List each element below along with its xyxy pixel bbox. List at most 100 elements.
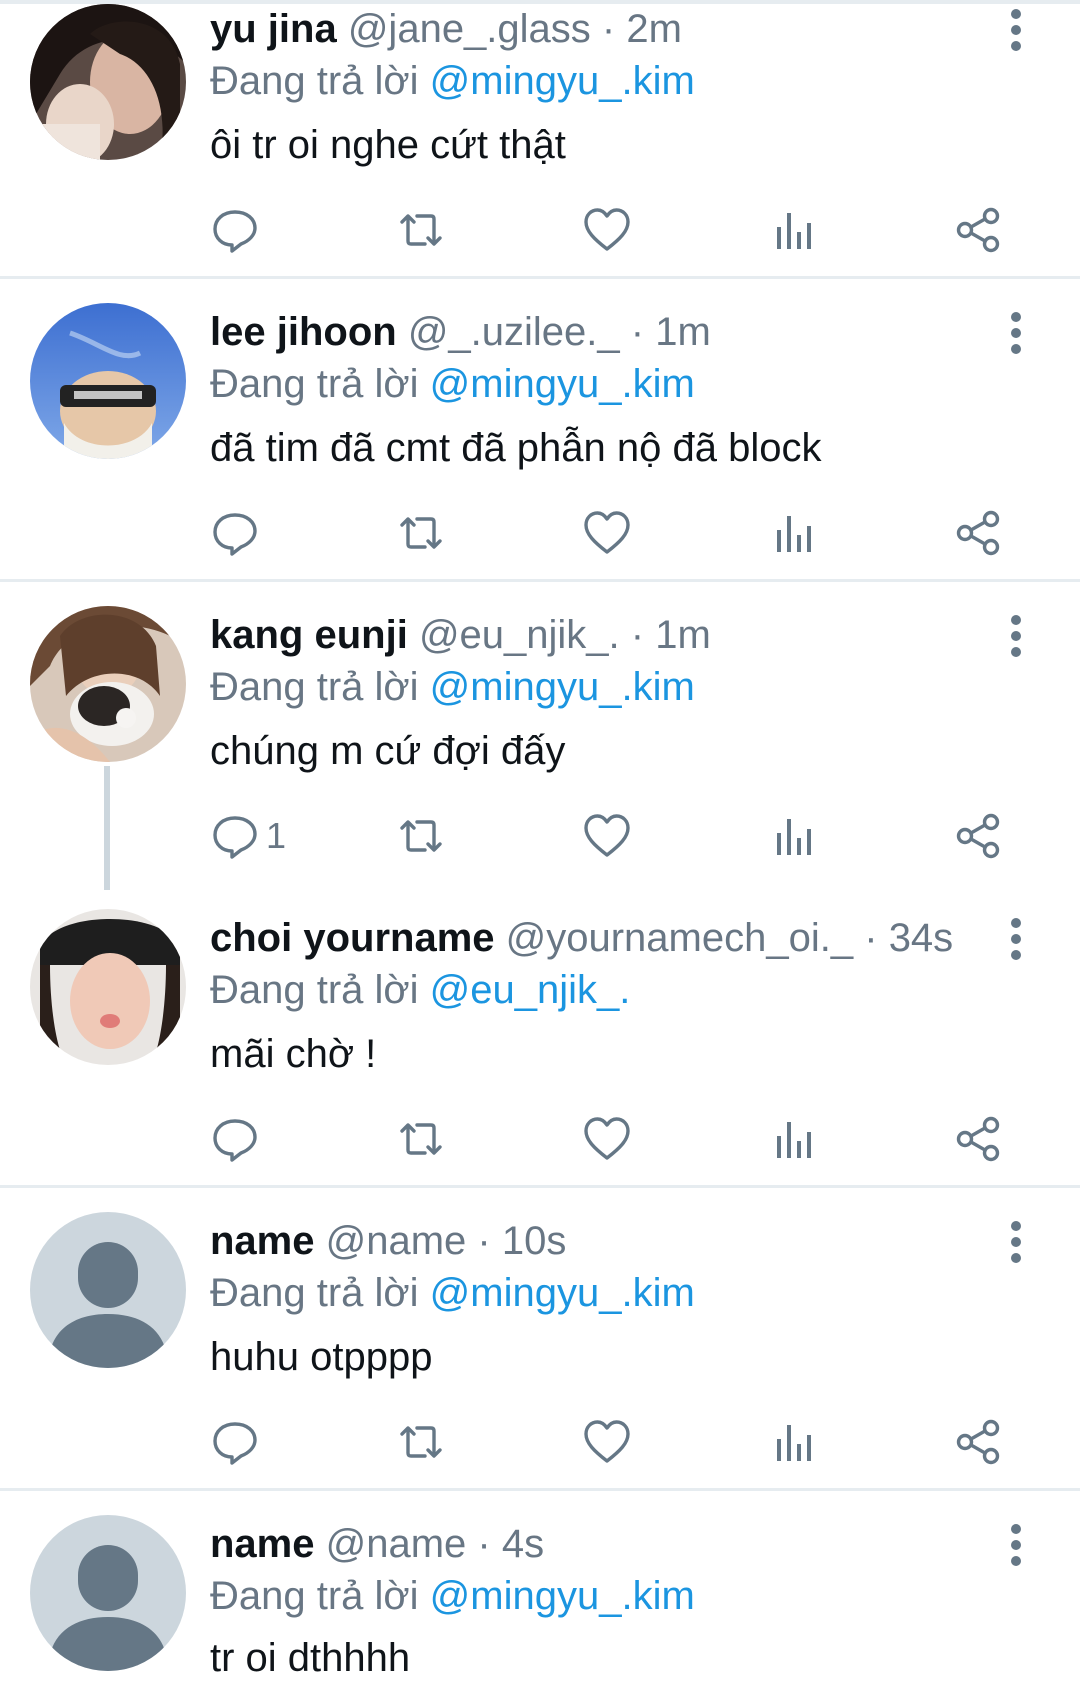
analytics-icon: [777, 1122, 811, 1158]
user-handle[interactable]: @_.uzilee._: [408, 310, 620, 354]
thread-connector: [104, 766, 110, 890]
more-vertical-icon[interactable]: [1000, 1220, 1032, 1264]
share-icon: [956, 207, 1000, 253]
reply-icon: [213, 1119, 257, 1162]
share-button[interactable]: [954, 1414, 1004, 1470]
replying-to: Đang trả lời @eu_njik_.: [210, 965, 630, 1015]
tweet-text: huhu otpppp: [210, 1335, 433, 1379]
retweet-button[interactable]: [396, 505, 446, 561]
default-avatar[interactable]: [30, 1515, 186, 1671]
action-bar: [210, 505, 1030, 561]
like-button[interactable]: [582, 202, 632, 258]
replying-to-label: Đang trả lời: [210, 1574, 419, 1618]
reply-button[interactable]: 1: [210, 808, 286, 864]
share-button[interactable]: [954, 202, 1004, 258]
retweet-icon: [400, 1426, 442, 1458]
user-handle[interactable]: @name: [326, 1522, 467, 1566]
display-name[interactable]: name: [210, 1522, 315, 1566]
display-name[interactable]: kang eunji: [210, 613, 408, 657]
separator: ·: [630, 613, 645, 657]
user-handle[interactable]: @name: [326, 1219, 467, 1263]
timestamp[interactable]: 1m: [655, 613, 711, 657]
share-button[interactable]: [954, 808, 1004, 864]
reply-button[interactable]: [210, 202, 266, 258]
tweet-header: yu jina @jane_.glass · 2m: [210, 4, 682, 54]
avatar[interactable]: [30, 909, 186, 1065]
tweet-text: tr oi dthhhh: [210, 1636, 411, 1680]
retweet-button[interactable]: [396, 1414, 446, 1470]
replying-to: Đang trả lời @mingyu_.kim: [210, 1571, 695, 1621]
more-vertical-icon[interactable]: [1000, 917, 1032, 961]
user-handle[interactable]: @jane_.glass: [348, 7, 591, 51]
display-name[interactable]: yu jina: [210, 7, 337, 51]
heart-icon: [584, 1117, 630, 1160]
mention-link[interactable]: @mingyu_.kim: [430, 1271, 695, 1315]
tweet-header: kang eunji @eu_njik_. · 1m: [210, 610, 711, 660]
analytics-button[interactable]: [768, 1111, 818, 1167]
analytics-button[interactable]: [768, 1414, 818, 1470]
retweet-icon: [400, 214, 442, 246]
share-button[interactable]: [954, 1111, 1004, 1167]
share-icon: [956, 813, 1000, 859]
mention-link[interactable]: @eu_njik_.: [430, 968, 631, 1012]
user-handle[interactable]: @yournamech_oi._: [506, 916, 853, 960]
share-icon: [956, 510, 1000, 556]
like-button[interactable]: [582, 808, 632, 864]
heart-icon: [584, 511, 630, 554]
separator: ·: [630, 310, 645, 354]
avatar[interactable]: [30, 606, 186, 762]
like-button[interactable]: [582, 505, 632, 561]
timestamp[interactable]: 10s: [502, 1219, 567, 1263]
retweet-button[interactable]: [396, 808, 446, 864]
user-handle[interactable]: @eu_njik_.: [419, 613, 620, 657]
retweet-button[interactable]: [396, 1111, 446, 1167]
reply-count: 1: [266, 815, 287, 856]
avatar[interactable]: [30, 303, 186, 459]
analytics-icon: [777, 819, 811, 855]
tweet-header: choi yourname @yournamech_oi._ · 34s: [210, 913, 953, 963]
display-name[interactable]: choi yourname: [210, 916, 495, 960]
replying-to: Đang trả lời @mingyu_.kim: [210, 1268, 695, 1318]
like-button[interactable]: [582, 1111, 632, 1167]
timestamp[interactable]: 4s: [502, 1522, 544, 1566]
more-vertical-icon[interactable]: [1000, 614, 1032, 658]
avatar[interactable]: [30, 4, 186, 160]
mention-link[interactable]: @mingyu_.kim: [430, 1574, 695, 1618]
tweet-text: đã tim đã cmt đã phẫn nộ đã block: [210, 426, 822, 470]
display-name[interactable]: lee jihoon: [210, 310, 397, 354]
reply-button[interactable]: [210, 1111, 266, 1167]
more-vertical-icon[interactable]: [1000, 1523, 1032, 1567]
mention-link[interactable]: @mingyu_.kim: [430, 59, 695, 103]
like-button[interactable]: [582, 1414, 632, 1470]
default-avatar[interactable]: [30, 1212, 186, 1368]
analytics-button[interactable]: [768, 202, 818, 258]
retweet-icon: [400, 517, 442, 549]
mention-link[interactable]: @mingyu_.kim: [430, 362, 695, 406]
reply-icon: [213, 816, 257, 859]
replying-to-label: Đang trả lời: [210, 968, 419, 1012]
analytics-button[interactable]: [768, 505, 818, 561]
separator: ·: [601, 7, 616, 51]
retweet-button[interactable]: [396, 202, 446, 258]
display-name[interactable]: name: [210, 1219, 315, 1263]
share-button[interactable]: [954, 505, 1004, 561]
timestamp[interactable]: 1m: [655, 310, 711, 354]
analytics-button[interactable]: [768, 808, 818, 864]
tweet-text: ôi tr oi nghe cứt thật: [210, 123, 566, 167]
separator: ·: [477, 1219, 491, 1263]
heart-icon: [584, 814, 630, 857]
retweet-icon: [400, 820, 442, 852]
timestamp[interactable]: 2m: [626, 7, 682, 51]
reply-icon: [213, 513, 257, 556]
reply-button[interactable]: [210, 1414, 266, 1470]
reply-button[interactable]: [210, 505, 266, 561]
separator: ·: [864, 916, 878, 960]
mention-link[interactable]: @mingyu_.kim: [430, 665, 695, 709]
tweet-text: chúng m cứ đợi đấy: [210, 729, 566, 773]
replying-to-label: Đang trả lời: [210, 1271, 419, 1315]
replying-to: Đang trả lời @mingyu_.kim: [210, 359, 695, 409]
timestamp[interactable]: 34s: [889, 916, 954, 960]
more-vertical-icon[interactable]: [1000, 311, 1032, 355]
more-vertical-icon[interactable]: [1000, 8, 1032, 52]
analytics-icon: [777, 516, 811, 552]
